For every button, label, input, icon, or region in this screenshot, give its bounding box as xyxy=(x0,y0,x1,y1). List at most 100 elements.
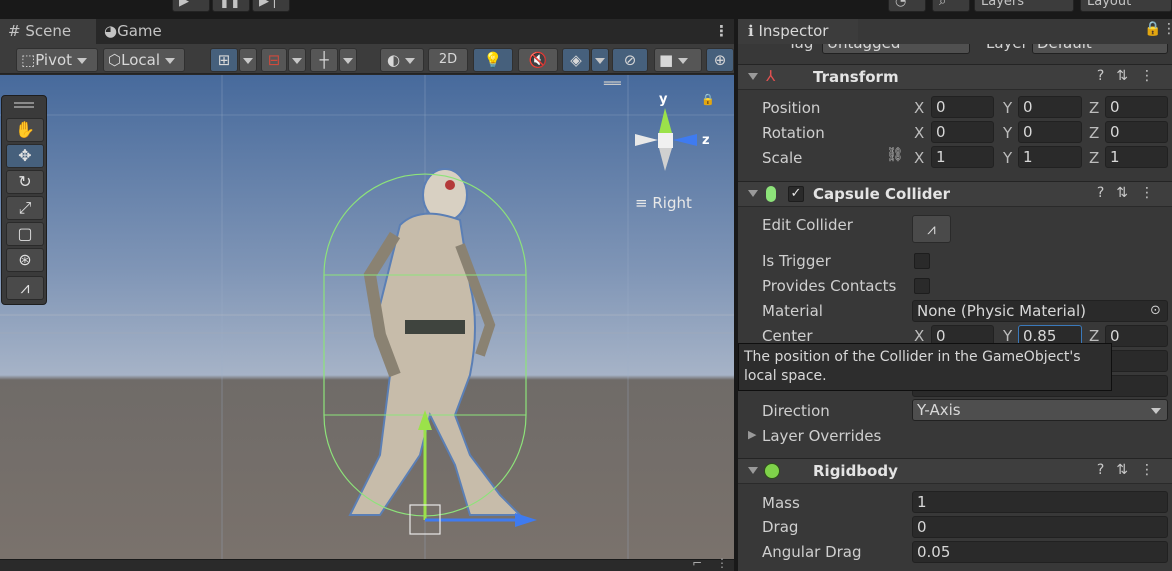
material-field[interactable]: None (Physic Material) xyxy=(912,300,1168,322)
rotation-x-field[interactable]: 0 xyxy=(931,121,994,143)
foldout-closed-icon[interactable]: ▶ xyxy=(748,428,756,441)
object-picker-icon[interactable]: ⊙ xyxy=(1150,303,1161,318)
custom-tool-icon[interactable]: ⩘ xyxy=(6,276,44,300)
center-z-field[interactable]: 0 xyxy=(1105,325,1168,347)
ruler-icon[interactable]: ┼ xyxy=(310,48,338,72)
kebab-menu-icon[interactable]: ⋮ xyxy=(1162,21,1172,37)
layer-dropdown[interactable]: Default xyxy=(1032,44,1168,54)
search-icon[interactable]: ⌕ xyxy=(932,0,970,12)
effects-icon[interactable]: ◈ xyxy=(562,48,590,72)
transform-icon: ⅄ xyxy=(766,67,776,85)
direction-dropdown[interactable]: Y-Axis xyxy=(912,399,1168,421)
position-label: Position xyxy=(762,99,821,117)
bottom-panel-edge: ⌐ ⋮ xyxy=(0,556,734,571)
pivot-icon: ⬚ xyxy=(21,51,36,69)
character-model xyxy=(348,168,523,516)
position-y-label: Y xyxy=(1003,99,1013,117)
provides-contacts-label: Provides Contacts xyxy=(762,277,897,295)
rigidbody-header[interactable]: Rigidbody ?⇅⋮ xyxy=(738,458,1172,484)
provides-contacts-checkbox[interactable] xyxy=(914,278,930,294)
pivot-dropdown[interactable]: ⬚Pivot xyxy=(16,48,98,72)
info-icon: ℹ xyxy=(748,22,754,40)
scene-viewport[interactable]: ══ y z 🔒 ≡ Right ✋ ✥ ↻ ⤢ ▢ ⊛ ⩘ xyxy=(0,75,734,559)
view-projection-label[interactable]: ≡ Right xyxy=(635,194,692,212)
scene-visibility-icon[interactable]: ⊘ xyxy=(612,48,648,72)
scale-x-field[interactable]: 1 xyxy=(931,146,994,168)
foldout-arrow-icon[interactable] xyxy=(748,73,758,80)
tab-game[interactable]: ◕Game xyxy=(100,19,162,44)
step-button[interactable]: ▶❘ xyxy=(252,0,290,12)
move-tool-icon[interactable]: ✥ xyxy=(6,144,44,168)
hand-tool-icon[interactable]: ✋ xyxy=(6,118,44,142)
angular-drag-field[interactable]: 0.05 xyxy=(912,541,1168,563)
position-z-field[interactable]: 0 xyxy=(1105,96,1168,118)
component-header-icons[interactable]: ?⇅⋮ xyxy=(1097,68,1166,84)
2d-toggle[interactable]: 2D xyxy=(428,48,468,72)
z-axis-handle xyxy=(515,513,537,527)
scale-y-label: Y xyxy=(1003,149,1013,167)
increment-snap-icon[interactable]: ⊟ xyxy=(261,48,287,72)
position-y-field[interactable]: 0 xyxy=(1018,96,1082,118)
component-header-icons[interactable]: ?⇅⋮ xyxy=(1097,462,1166,478)
drag-handle[interactable] xyxy=(14,102,34,104)
is-trigger-checkbox[interactable] xyxy=(914,253,930,269)
gizmo-y-label: y xyxy=(659,92,668,107)
position-x-field[interactable]: 0 xyxy=(931,96,994,118)
pause-button[interactable]: ❚❚ xyxy=(212,0,250,12)
layers-dropdown[interactable]: Layers xyxy=(974,0,1074,12)
enabled-checkbox[interactable]: ✓ xyxy=(788,186,804,202)
ruler-menu[interactable] xyxy=(339,48,357,72)
transform-title: Transform xyxy=(813,68,899,86)
grid-snap-icon[interactable]: ⊞ xyxy=(210,48,238,72)
transform-header[interactable]: ⅄ Transform ?⇅⋮ xyxy=(738,64,1172,90)
audio-toggle-icon[interactable]: 🔇 xyxy=(518,48,558,72)
rotation-z-field[interactable]: 0 xyxy=(1105,121,1168,143)
orientation-gizmo[interactable] xyxy=(635,108,697,171)
scale-z-field[interactable]: 1 xyxy=(1105,146,1168,168)
rotate-tool-icon[interactable]: ↻ xyxy=(6,170,44,194)
constrain-proportions-icon[interactable]: ⛓ xyxy=(886,147,904,163)
scale-y-field[interactable]: 1 xyxy=(1018,146,1082,168)
history-icon[interactable]: ◔ xyxy=(888,0,926,12)
tag-dropdown[interactable]: Untagged xyxy=(822,44,970,54)
angular-drag-label: Angular Drag xyxy=(762,543,862,561)
rect-tool-icon[interactable]: ▢ xyxy=(6,222,44,246)
lock-icon[interactable]: ⌐ xyxy=(692,556,702,570)
scale-tool-icon[interactable]: ⤢ xyxy=(6,196,44,220)
scene-window: # Scene ◕Game ⋮ ⬚Pivot ⬡Local ⊞ ⊟ ┼ ◐ 2D… xyxy=(0,19,734,571)
capsule-collider-icon xyxy=(766,186,776,202)
scale-z-label: Z xyxy=(1089,149,1100,167)
edit-collider-button[interactable]: ⩘ xyxy=(912,215,951,243)
gizmos-icon[interactable]: ⊕ xyxy=(706,48,734,72)
edit-collider-label: Edit Collider xyxy=(762,216,853,234)
foldout-arrow-icon[interactable] xyxy=(748,190,758,197)
layer-overrides-foldout[interactable]: Layer Overrides xyxy=(762,427,881,445)
rotation-y-field[interactable]: 0 xyxy=(1018,121,1082,143)
lock-icon[interactable]: 🔒 xyxy=(701,93,715,106)
local-dropdown[interactable]: ⬡Local xyxy=(103,48,185,72)
tab-scene[interactable]: # Scene xyxy=(0,19,96,44)
lighting-toggle-icon[interactable]: 💡 xyxy=(473,48,513,72)
component-header-icons[interactable]: ?⇅⋮ xyxy=(1097,185,1166,201)
shading-mode-dropdown[interactable]: ◐ xyxy=(380,48,424,72)
tab-inspector[interactable]: ℹ Inspector xyxy=(738,19,858,44)
rigidbody-icon xyxy=(764,463,780,479)
tooltip: The position of the Collider in the Game… xyxy=(738,343,1112,391)
lock-icon[interactable]: 🔒 xyxy=(1144,21,1161,37)
drag-field[interactable]: 0 xyxy=(912,516,1168,538)
camera-dropdown[interactable]: ■ xyxy=(654,48,702,72)
foldout-arrow-icon[interactable] xyxy=(748,467,758,474)
grid-snap-menu[interactable] xyxy=(239,48,257,72)
capsule-collider-header[interactable]: ✓ Capsule Collider ?⇅⋮ xyxy=(738,181,1172,207)
svg-text:══: ══ xyxy=(603,76,621,92)
mass-field[interactable]: 1 xyxy=(912,491,1168,513)
play-button[interactable]: ▶ xyxy=(172,0,210,12)
increment-snap-menu[interactable] xyxy=(288,48,306,72)
effects-menu[interactable] xyxy=(591,48,609,72)
kebab-menu-icon[interactable]: ⋮ xyxy=(716,556,728,570)
drag-label: Drag xyxy=(762,518,799,536)
kebab-menu-icon[interactable]: ⋮ xyxy=(714,19,729,44)
layout-dropdown[interactable]: Layout xyxy=(1080,0,1172,12)
transform-tool-icon[interactable]: ⊛ xyxy=(6,248,44,272)
rotation-z-label: Z xyxy=(1089,124,1100,142)
